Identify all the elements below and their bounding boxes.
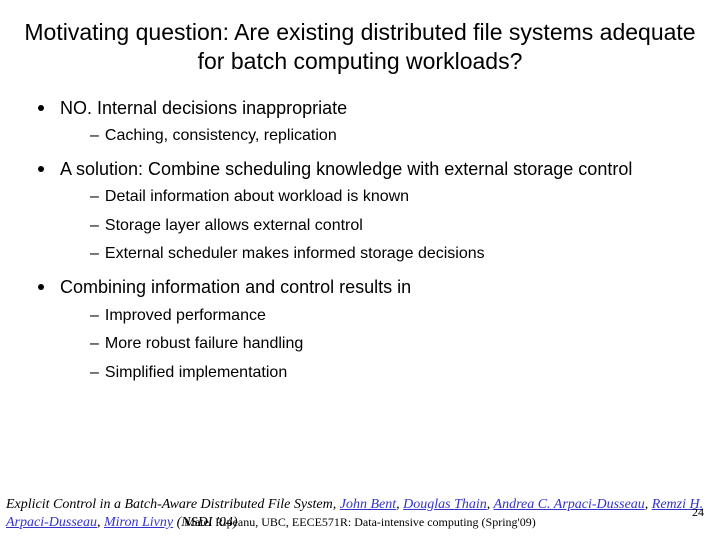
sub-item: –Detail information about workload is kn…	[90, 185, 696, 210]
sub-item: –External scheduler makes informed stora…	[90, 242, 696, 267]
author-link[interactable]: Douglas Thain	[403, 497, 487, 512]
author-link[interactable]: John Bent	[340, 497, 396, 512]
citation-title: Explicit Control in a Batch-Aware Distri…	[6, 497, 333, 512]
bullet-text: NO. Internal decisions inappropriate	[60, 98, 347, 118]
sub-item: –Simplified implementation	[90, 361, 696, 386]
sub-item: –Improved performance	[90, 304, 696, 329]
page-number: 24	[692, 505, 704, 520]
bullet-text: Combining information and control result…	[60, 277, 411, 297]
sub-list: –Caching, consistency, replication	[60, 124, 696, 149]
bullet-item: NO. Internal decisions inappropriate –Ca…	[34, 96, 696, 149]
bullet-text: A solution: Combine scheduling knowledge…	[60, 159, 632, 179]
sub-item: –Storage layer allows external control	[90, 214, 696, 239]
sub-list: –Detail information about workload is kn…	[60, 185, 696, 267]
slide-title: Motivating question: Are existing distri…	[24, 18, 696, 76]
sub-item: –More robust failure handling	[90, 332, 696, 357]
bullet-list: NO. Internal decisions inappropriate –Ca…	[24, 96, 696, 386]
author-link[interactable]: Andrea C. Arpaci-Dusseau	[494, 497, 645, 512]
sub-list: –Improved performance –More robust failu…	[60, 304, 696, 386]
bullet-item: Combining information and control result…	[34, 275, 696, 386]
bullet-item: A solution: Combine scheduling knowledge…	[34, 157, 696, 268]
footer-note: Matei Ripeanu, UBC, EECE571R: Data-inten…	[0, 515, 720, 530]
slide: Motivating question: Are existing distri…	[0, 0, 720, 386]
sub-item: –Caching, consistency, replication	[90, 124, 696, 149]
